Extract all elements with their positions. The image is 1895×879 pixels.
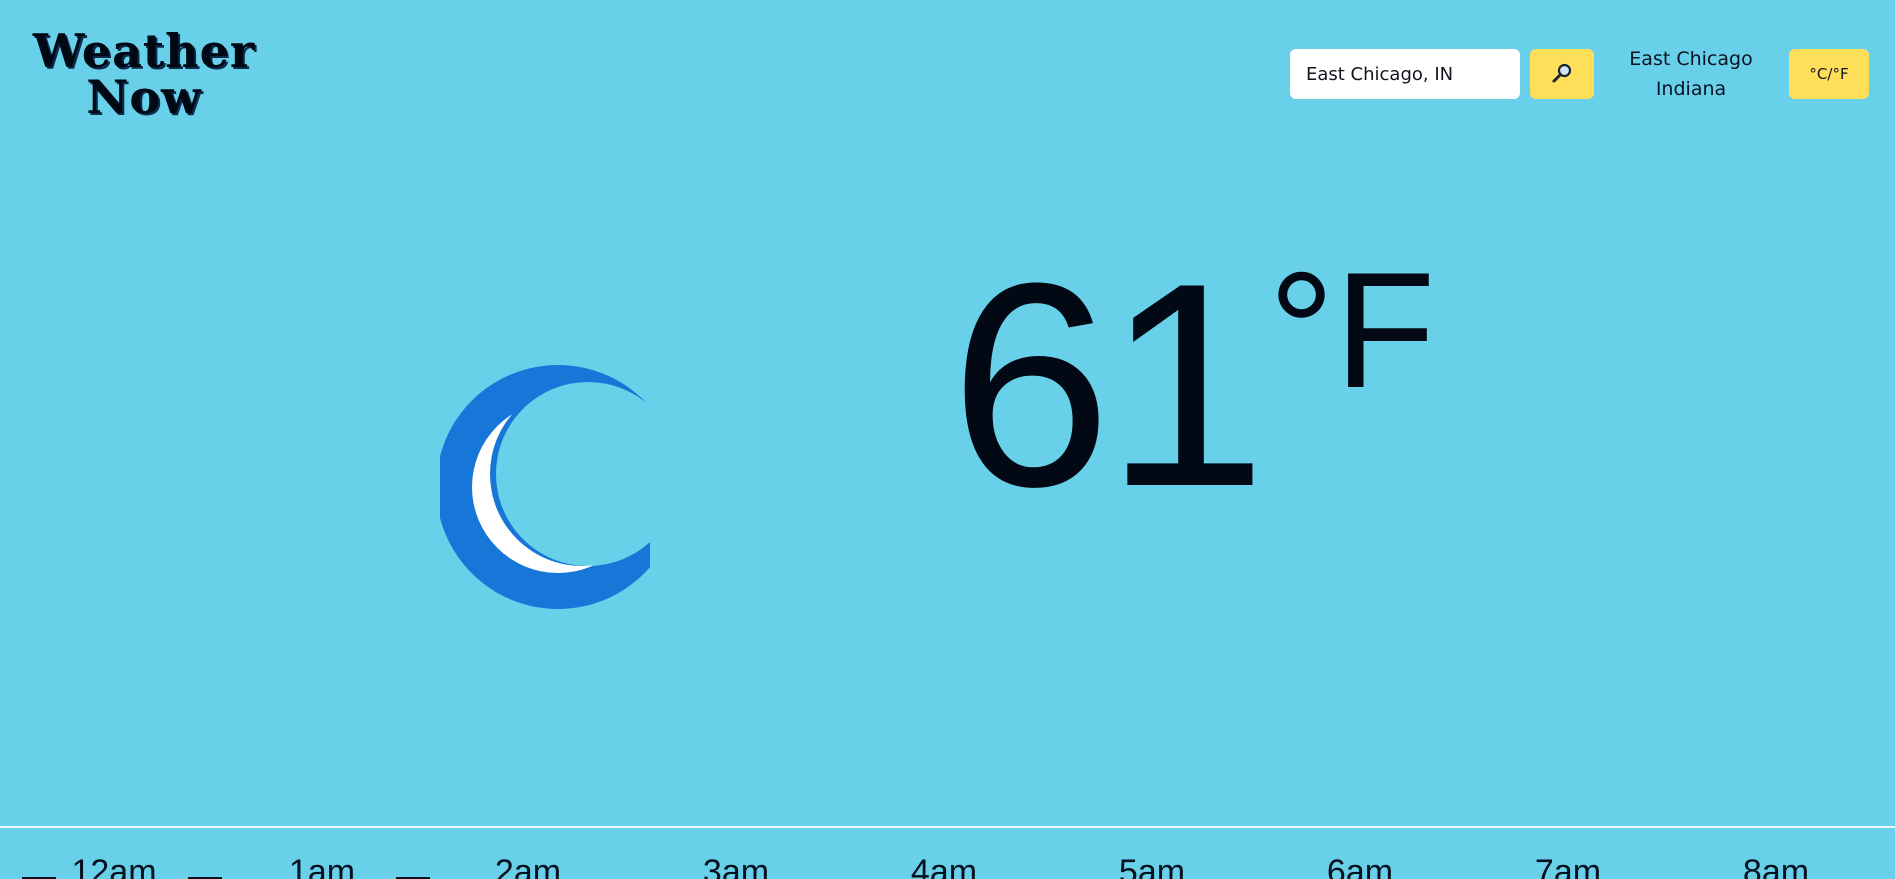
current-temperature: 61 °F [950,240,1435,530]
logo-line-1: Weather [32,24,256,78]
hour-label: 8am [1742,853,1810,879]
current-location: East Chicago Indiana [1610,44,1772,104]
app-logo[interactable]: Weather Now [29,28,259,120]
hour-label: 12am [71,853,157,879]
temperature-unit: °F [1268,238,1436,422]
hour-label: 3am [702,853,770,879]
location-city: East Chicago [1629,48,1753,70]
hour-label: 2am [494,853,562,879]
unit-toggle-button[interactable]: °C/°F [1789,49,1869,99]
temperature-value: 61 [950,223,1267,547]
hour-label: 6am [1326,853,1394,879]
location-search-input[interactable] [1290,49,1520,99]
hour-label: 4am [910,853,978,879]
crescent-moon-icon [436,362,680,612]
hour-label: 1am [288,853,356,879]
hourly-forecast: 12am 1am 2am 3am 4am 5am 6am 7am 8am [0,852,1895,879]
logo-line-2: Now [86,70,202,124]
search-button[interactable] [1530,49,1594,99]
location-state: Indiana [1655,78,1727,100]
hour-label: 7am [1534,853,1602,879]
forecast-divider [0,826,1895,828]
hour-label: 5am [1118,853,1186,879]
magnifying-glass-icon [1550,61,1574,88]
